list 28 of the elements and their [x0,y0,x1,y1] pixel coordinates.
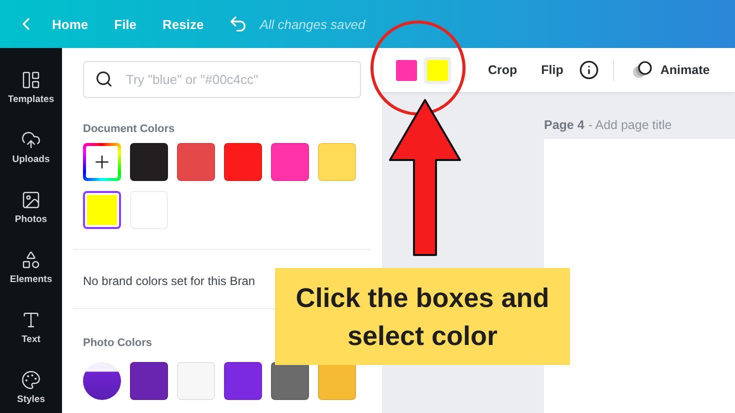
palette-icon [21,370,41,390]
info-icon[interactable] [579,60,600,80]
page-label: Page 4 [544,118,584,132]
add-color-button[interactable] [83,143,121,181]
section-heading: Document Colors [83,123,176,135]
save-status: All changes saved [260,16,366,32]
text-icon [21,310,41,330]
sidebar-item[interactable]: Text [0,302,62,353]
sidebar-item[interactable]: Styles [0,362,62,413]
brand-colors-note: No brand colors set for this Bran [83,274,256,288]
sidebar-item[interactable]: Elements [0,242,62,293]
photo-placeholder[interactable] [83,362,121,400]
sidebar-item[interactable]: Photos [0,182,62,233]
shapes-icon [21,250,41,270]
search-field[interactable]: Try "blue" or "#00c4cc" [83,61,361,98]
callout-note: Click the boxes and select color [275,268,570,365]
overlapping-circles-icon [632,61,652,79]
cloud-upload-icon [21,130,41,150]
undo-icon[interactable] [228,14,248,34]
image-icon [21,190,41,210]
sidebar-item[interactable]: Uploads [0,122,62,172]
sidebar-item[interactable]: Templates [0,62,62,112]
animate-button[interactable]: Animate [628,57,714,83]
toolbar-button[interactable]: Flip [533,59,572,81]
section-heading: Photo Colors [83,337,154,349]
toolbar-button[interactable]: Crop [480,59,526,81]
layout-icon [21,70,41,90]
color-swatch[interactable] [83,191,121,229]
